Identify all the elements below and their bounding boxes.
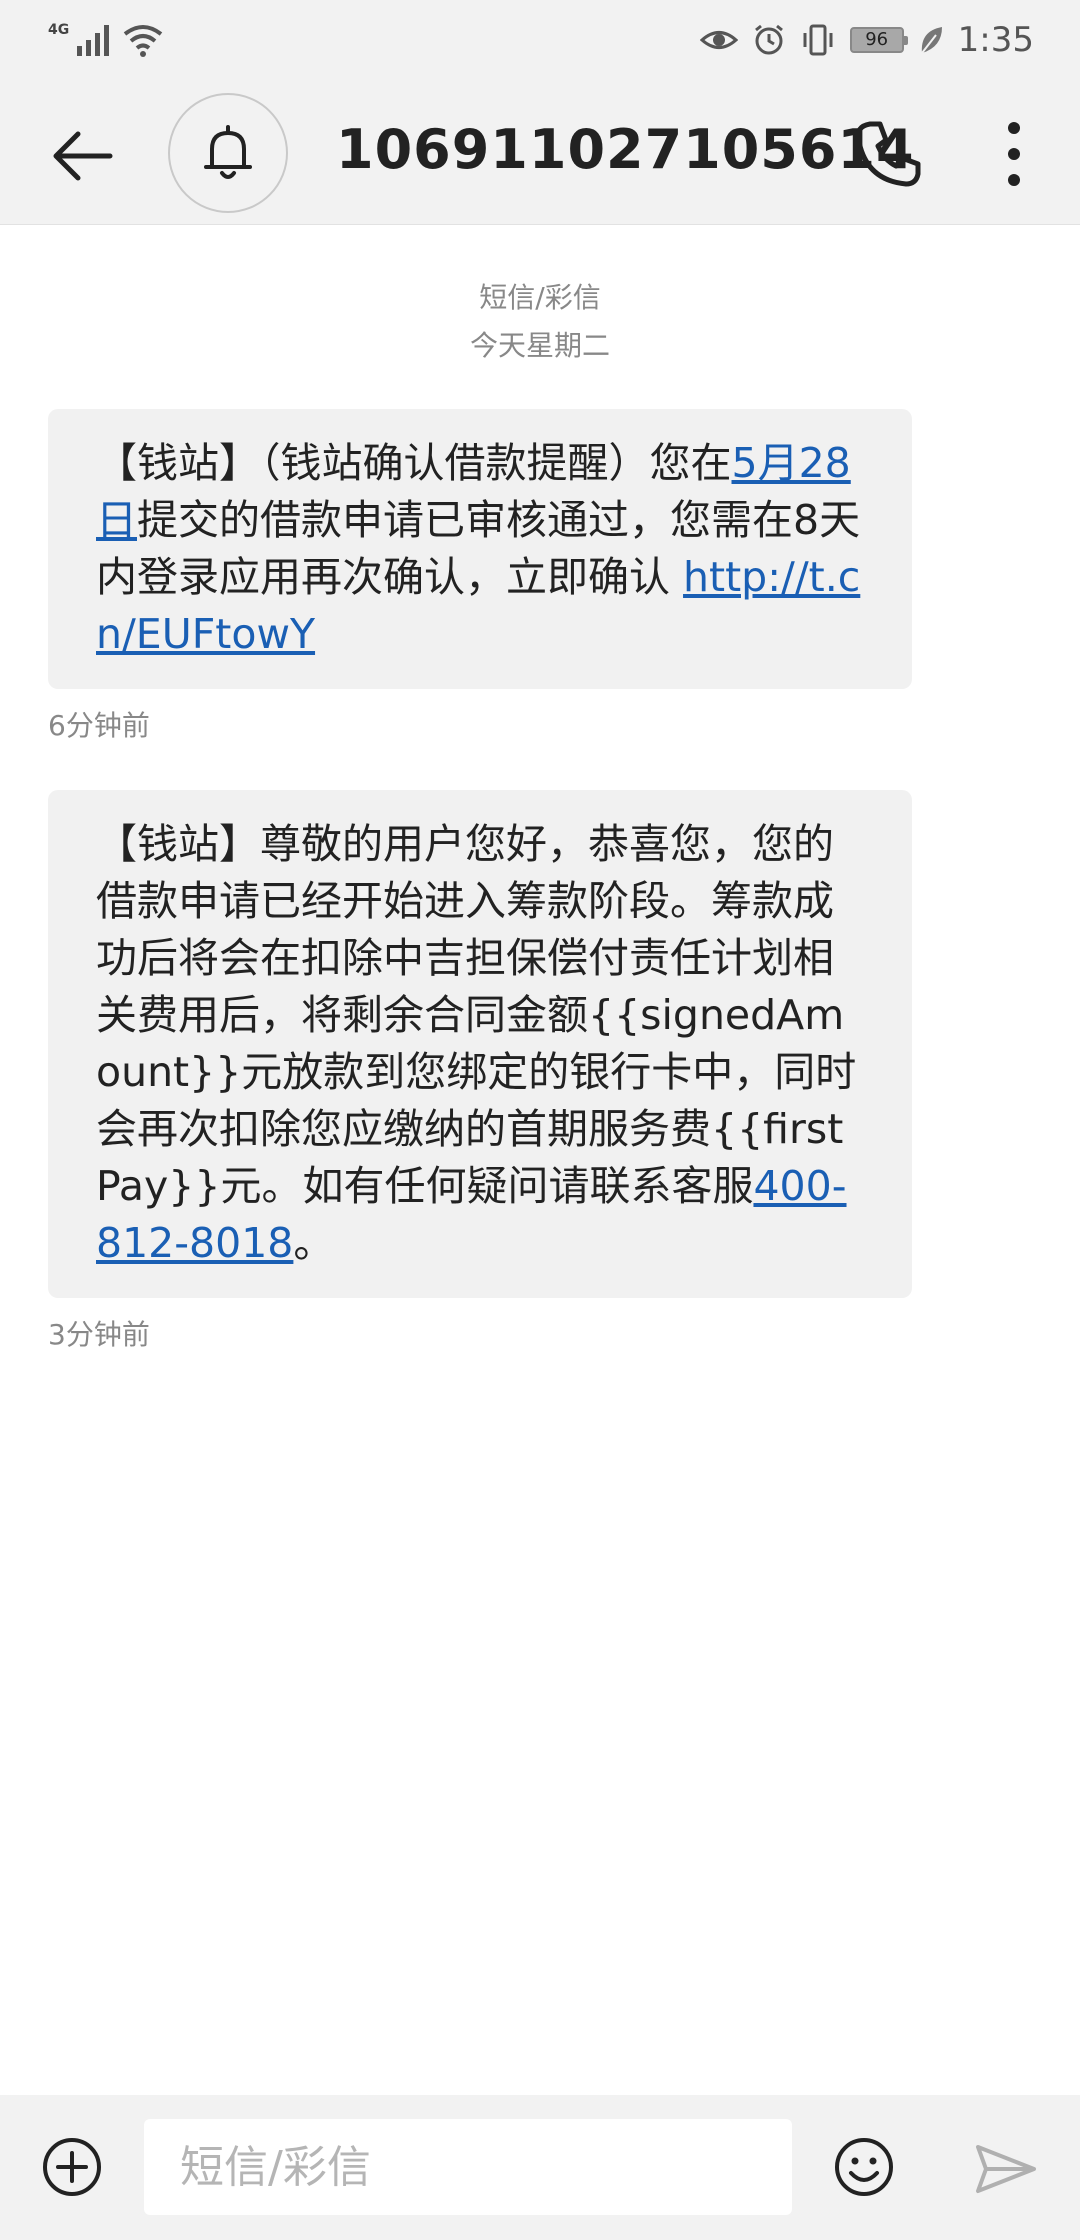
- notification-toggle-button[interactable]: [168, 93, 288, 213]
- message-timestamp: 6分钟前: [48, 709, 150, 742]
- call-button[interactable]: [852, 118, 924, 190]
- message-composer: [0, 2095, 1080, 2240]
- more-options-button[interactable]: [996, 118, 1032, 190]
- signal-icon: [77, 25, 110, 56]
- plus-circle-icon: [43, 2138, 101, 2196]
- status-bar: 4G 96 1:35: [0, 0, 1080, 80]
- app-bar: 106911027105614: [0, 80, 1080, 225]
- message-bubble[interactable]: 【钱站】（钱站确认借款提醒）您在5月28日提交的借款申请已审核通过，您需在8天内…: [48, 409, 912, 689]
- send-icon: [976, 2145, 1036, 2193]
- conversation-date-label: 今天星期二: [469, 329, 610, 362]
- conversation-title: 106911027105614: [336, 118, 915, 181]
- arrow-left-icon: [53, 131, 113, 181]
- send-button[interactable]: [974, 2141, 1038, 2197]
- emoji-button[interactable]: [832, 2135, 896, 2199]
- message-input[interactable]: [144, 2119, 792, 2215]
- emoji-icon: [835, 2138, 893, 2196]
- add-attachment-button[interactable]: [40, 2135, 104, 2199]
- alarm-icon: [754, 24, 783, 55]
- message-bubble[interactable]: 【钱站】尊敬的用户您好，恭喜您，您的借款申请已经开始进入筹款阶段。筹款成功后将会…: [48, 790, 912, 1298]
- phone-icon: [855, 121, 921, 187]
- wifi-icon: [124, 25, 163, 57]
- message-text: 【钱站】尊敬的用户您好，恭喜您，您的借款申请已经开始进入筹款阶段。筹款成功后将会…: [96, 820, 857, 1210]
- status-time: 1:35: [957, 20, 1034, 60]
- battery-indicator: 96: [849, 27, 908, 53]
- more-vertical-icon: [1008, 122, 1020, 186]
- network-type-label: 4G: [48, 22, 70, 38]
- status-right: 96 1:35: [699, 14, 1034, 66]
- message-text: 【钱站】（钱站确认借款提醒）您在: [96, 439, 732, 487]
- message-timestamp: 3分钟前: [48, 1318, 150, 1351]
- back-button[interactable]: [48, 120, 120, 192]
- message-text: 。: [293, 1219, 335, 1267]
- status-left: 4G: [48, 18, 165, 62]
- conversation-type-label: 短信/彩信: [479, 281, 601, 314]
- vibrate-icon: [803, 24, 833, 56]
- bell-icon: [204, 125, 252, 179]
- leaf-icon: [920, 27, 942, 54]
- eye-icon: [699, 31, 738, 49]
